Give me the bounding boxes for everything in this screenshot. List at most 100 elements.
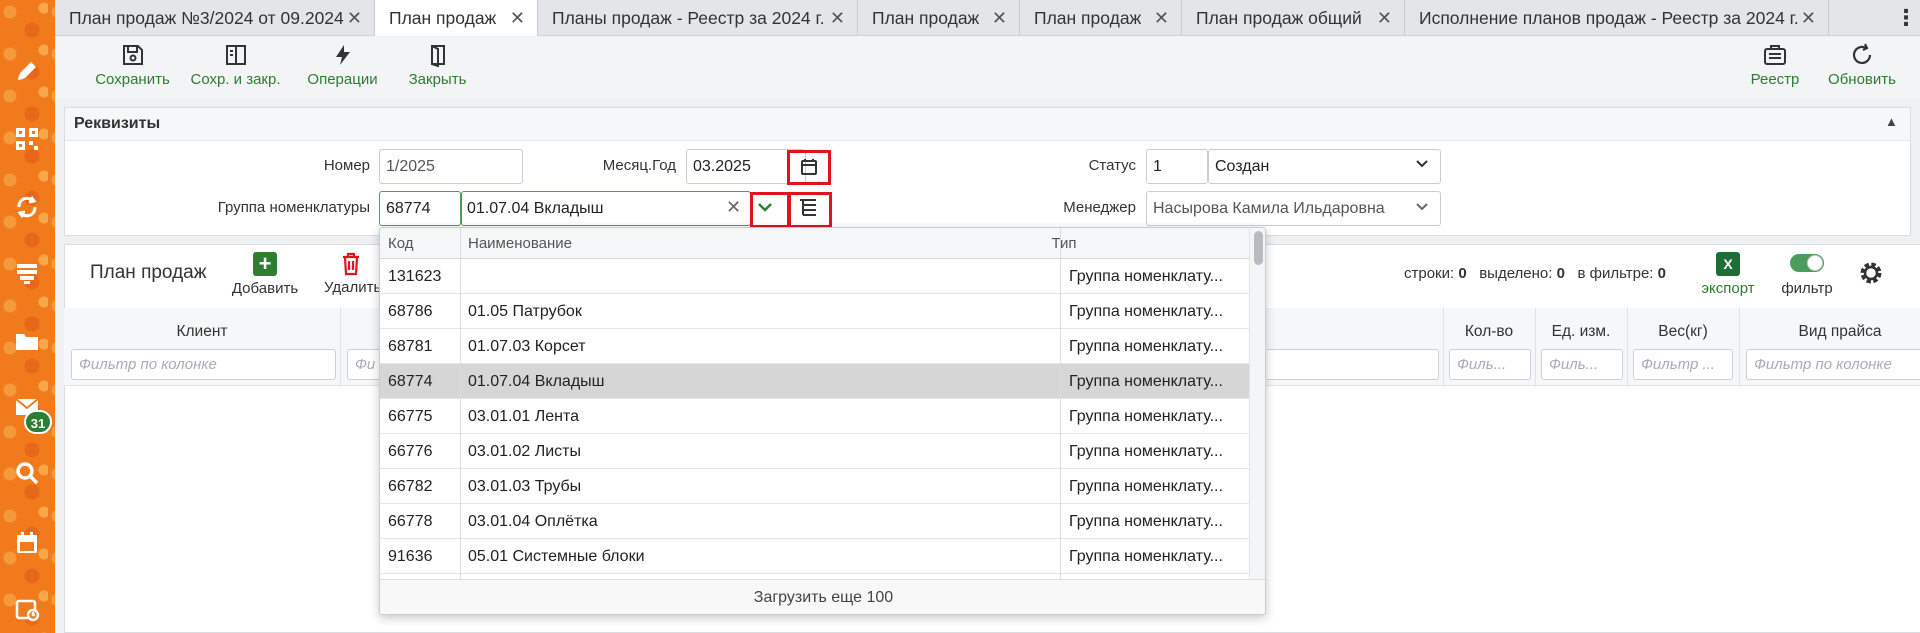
manager-chevron-down-icon[interactable] xyxy=(1414,199,1430,219)
dropdown-row[interactable]: 131623 Группа номенклату... xyxy=(380,259,1249,294)
tab-bar: План продаж №3/2024 от 09.2024 ✕ План про… xyxy=(55,0,1920,36)
weight-filter-input[interactable]: Фильтр ... xyxy=(1633,349,1733,380)
col-divider xyxy=(1060,228,1061,579)
manager-select[interactable]: Насырова Камила Ильдаровна xyxy=(1146,191,1441,226)
close-button[interactable]: Закрыть xyxy=(395,43,480,88)
filter-toggle[interactable]: фильтр xyxy=(1772,252,1842,297)
calendar-clock-icon[interactable] xyxy=(12,594,42,624)
close-label: Закрыть xyxy=(408,71,467,88)
operations-button[interactable]: Операции xyxy=(295,43,390,88)
status-code-field[interactable]: 1 xyxy=(1146,149,1208,184)
requisites-title: Реквизиты xyxy=(74,115,161,132)
export-button[interactable]: X экспорт xyxy=(1693,252,1763,297)
settings-gear-icon[interactable] xyxy=(1858,260,1884,290)
client-filter-input[interactable]: Фильтр по колонке xyxy=(71,349,336,380)
registry-icon xyxy=(1764,45,1786,65)
rows-label: строки: xyxy=(1404,265,1455,282)
dropdown-col-name[interactable]: Наименование xyxy=(468,228,572,259)
clear-icon[interactable]: ✕ xyxy=(726,197,741,218)
tab-sales-plan-general[interactable]: План продаж общий ✕ xyxy=(1182,0,1405,36)
number-field[interactable]: 1/2025 xyxy=(379,149,523,184)
col-client[interactable]: Клиент xyxy=(64,323,340,341)
row-code: 66776 xyxy=(388,443,433,460)
qty-filter-input[interactable]: Филь... xyxy=(1449,349,1531,380)
close-tab-icon[interactable]: ✕ xyxy=(1377,0,1392,36)
row-name: 01.05 Патрубок xyxy=(468,303,582,320)
requisites-header[interactable] xyxy=(65,108,1910,141)
search-icon[interactable] xyxy=(12,458,42,488)
month-year-label: Месяц.Год xyxy=(602,157,676,174)
col-price-type[interactable]: Вид прайса xyxy=(1760,323,1920,341)
col-unit[interactable]: Ед. изм. xyxy=(1535,323,1627,341)
trash-icon xyxy=(343,252,359,276)
save-close-icon xyxy=(225,45,246,65)
tab-sales-plans-registry[interactable]: Планы продаж - Реестр за 2024 г. ✕ xyxy=(538,0,858,36)
pencil-icon[interactable] xyxy=(12,56,42,86)
dropdown-row[interactable]: 91636 05.01 Системные блоки Группа номенкл… xyxy=(380,539,1249,574)
manager-label: Менеджер xyxy=(1063,199,1136,216)
row-type: Группа номенклату... xyxy=(1069,338,1223,355)
tab-sales-plan-active[interactable]: План продаж ✕ xyxy=(375,0,538,36)
floppy-icon xyxy=(122,45,143,65)
close-tab-icon[interactable]: ✕ xyxy=(992,0,1007,36)
save-and-close-button[interactable]: Сохр. и закр. xyxy=(183,43,288,88)
selected-count: 0 xyxy=(1556,265,1565,282)
row-type: Группа номенклату... xyxy=(1069,408,1223,425)
price-type-filter-input[interactable]: Фильтр по колонке xyxy=(1746,349,1920,380)
number-label: Номер xyxy=(323,157,370,174)
col-weight[interactable]: Вес(кг) xyxy=(1627,323,1739,341)
dropdown-row[interactable]: 68774 01.07.04 Вкладыш Группа номенклату..… xyxy=(380,364,1249,399)
collapse-icon[interactable]: ▲ xyxy=(1885,114,1898,129)
close-tab-icon[interactable]: ✕ xyxy=(830,0,845,36)
status-select[interactable]: Создан xyxy=(1208,149,1441,184)
folder-icon[interactable] xyxy=(12,326,42,356)
printer-list-icon[interactable] xyxy=(12,258,42,288)
save-button[interactable]: Сохранить xyxy=(85,43,180,88)
more-tabs-icon[interactable]: ⋮ xyxy=(1895,4,1917,32)
plus-icon: + xyxy=(253,252,277,276)
registry-button[interactable]: Реестр xyxy=(1735,43,1815,88)
load-more-button[interactable]: Загрузить еще 100 xyxy=(380,579,1265,614)
manager-value: Насырова Камила Ильдаровна xyxy=(1153,200,1385,217)
rows-count: 0 xyxy=(1458,265,1467,282)
dropdown-col-code[interactable]: Код xyxy=(388,228,414,259)
in-filter-count: 0 xyxy=(1657,265,1666,282)
unit-filter-input[interactable]: Филь... xyxy=(1541,349,1623,380)
dropdown-row[interactable]: 68786 01.05 Патрубок Группа номенклату... xyxy=(380,294,1249,329)
col-qty[interactable]: Кол-во xyxy=(1443,323,1535,341)
dropdown-row[interactable]: 66782 03.01.03 Трубы Группа номенклату... xyxy=(380,469,1249,504)
group-dropdown: Код Наименование Тип 131623 Группа номенк… xyxy=(379,227,1266,615)
group-code-field[interactable]: 68774 xyxy=(379,191,461,226)
dropdown-row[interactable]: 66775 03.01.01 Лента Группа номенклату... xyxy=(380,399,1249,434)
save-close-label: Сохр. и закр. xyxy=(190,71,281,88)
row-type: Группа номенклату... xyxy=(1069,373,1223,390)
add-button[interactable]: + Добавить xyxy=(225,252,305,298)
dropdown-row[interactable]: 66776 03.01.02 Листы Группа номенклату... xyxy=(380,434,1249,469)
calendar-icon[interactable] xyxy=(12,528,42,558)
tab-sales-plan-3[interactable]: План продаж ✕ xyxy=(1020,0,1182,36)
filter-input-hidden[interactable] xyxy=(1267,349,1439,380)
dropdown-scrollbar[interactable] xyxy=(1249,228,1265,579)
row-code: 66775 xyxy=(388,408,433,425)
toggle-switch xyxy=(1790,254,1824,272)
qr-code-icon[interactable] xyxy=(12,124,42,154)
close-tab-icon[interactable]: ✕ xyxy=(1154,0,1169,36)
close-tab-icon[interactable]: ✕ xyxy=(510,0,525,36)
status-chevron-down-icon[interactable] xyxy=(1414,156,1430,176)
tab-plan-execution-registry[interactable]: Исполнение планов продаж - Реестр за 202… xyxy=(1405,0,1829,36)
sync-icon[interactable] xyxy=(12,192,42,222)
filter-input-partial[interactable]: Фи xyxy=(347,349,383,380)
tab-sales-plan-3-2024[interactable]: План продаж №3/2024 от 09.2024 ✕ xyxy=(55,0,375,36)
col-divider xyxy=(1627,308,1628,386)
dropdown-row[interactable]: 66778 03.01.04 Оплётка Группа номенклату..… xyxy=(380,504,1249,539)
tab-sales-plan-2[interactable]: План продаж ✕ xyxy=(858,0,1020,36)
row-name: 03.01.04 Оплётка xyxy=(468,513,598,530)
close-tab-icon[interactable]: ✕ xyxy=(347,0,362,36)
dropdown-row[interactable]: 68781 01.07.03 Корсет Группа номенклату... xyxy=(380,329,1249,364)
dropdown-col-type[interactable]: Тип xyxy=(940,228,1188,259)
scrollbar-thumb[interactable] xyxy=(1254,231,1263,265)
refresh-button[interactable]: Обновить xyxy=(1817,43,1907,88)
group-name-field[interactable]: 01.07.04 Вкладыш xyxy=(461,191,751,226)
col-divider xyxy=(460,228,461,579)
close-tab-icon[interactable]: ✕ xyxy=(1801,0,1816,36)
